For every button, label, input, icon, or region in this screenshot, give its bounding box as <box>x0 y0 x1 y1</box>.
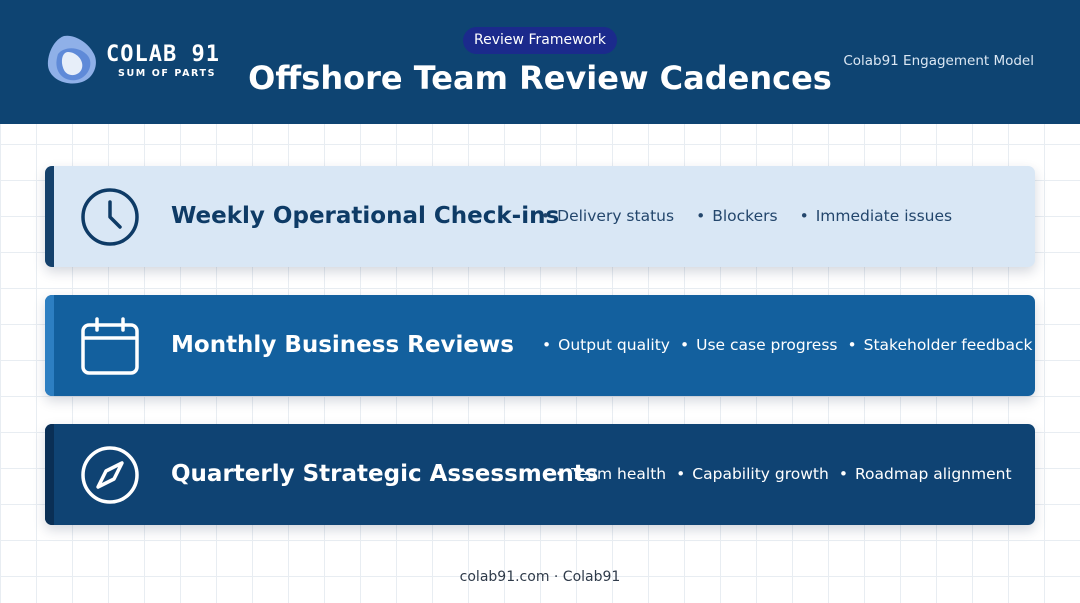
cadence-bullet: Capability growth <box>676 424 829 525</box>
header-banner: COLAB 91 SUM OF PARTS Review Framework O… <box>0 0 1080 124</box>
colab-logo-icon <box>47 35 96 84</box>
cadence-bullet: Team health <box>555 424 666 525</box>
cadence-bullet: Blockers <box>696 166 777 267</box>
cadence-bullet: Delivery status <box>541 166 674 267</box>
footer-text: colab91.com · Colab91 <box>459 569 621 585</box>
cadence-bullet: Stakeholder feedback <box>847 295 1033 396</box>
cadence-card-weekly: Weekly Operational Check-ins Delivery st… <box>45 166 1035 267</box>
compass-icon <box>81 446 139 504</box>
page-title: Offshore Team Review Cadences <box>248 59 832 97</box>
cadence-card-monthly: Monthly Business Reviews Output qualityU… <box>45 295 1035 396</box>
engagement-label: Colab91 Engagement Model <box>843 53 1034 69</box>
cadence-bullets: Output qualityUse case progressStakehold… <box>542 295 1035 396</box>
cadence-bullet: Output quality <box>542 295 670 396</box>
cadence-title: Quarterly Strategic Assessments <box>171 461 599 487</box>
cadence-card-quarterly: Quarterly Strategic Assessments Team hea… <box>45 424 1035 525</box>
section-badge: Review Framework <box>463 27 617 54</box>
cadence-title: Weekly Operational Check-ins <box>171 203 560 229</box>
cadence-bullet: Roadmap alignment <box>839 424 1012 525</box>
cadence-bullets: Team healthCapability growthRoadmap alig… <box>555 424 1022 525</box>
calendar-icon <box>81 317 139 375</box>
cadence-title: Monthly Business Reviews <box>171 332 514 358</box>
cadence-bullets: Delivery status Blockers Immediate issues <box>541 166 974 267</box>
cadence-bullet: Use case progress <box>680 295 837 396</box>
clock-icon <box>81 188 139 246</box>
cadence-bullet: Immediate issues <box>800 166 952 267</box>
